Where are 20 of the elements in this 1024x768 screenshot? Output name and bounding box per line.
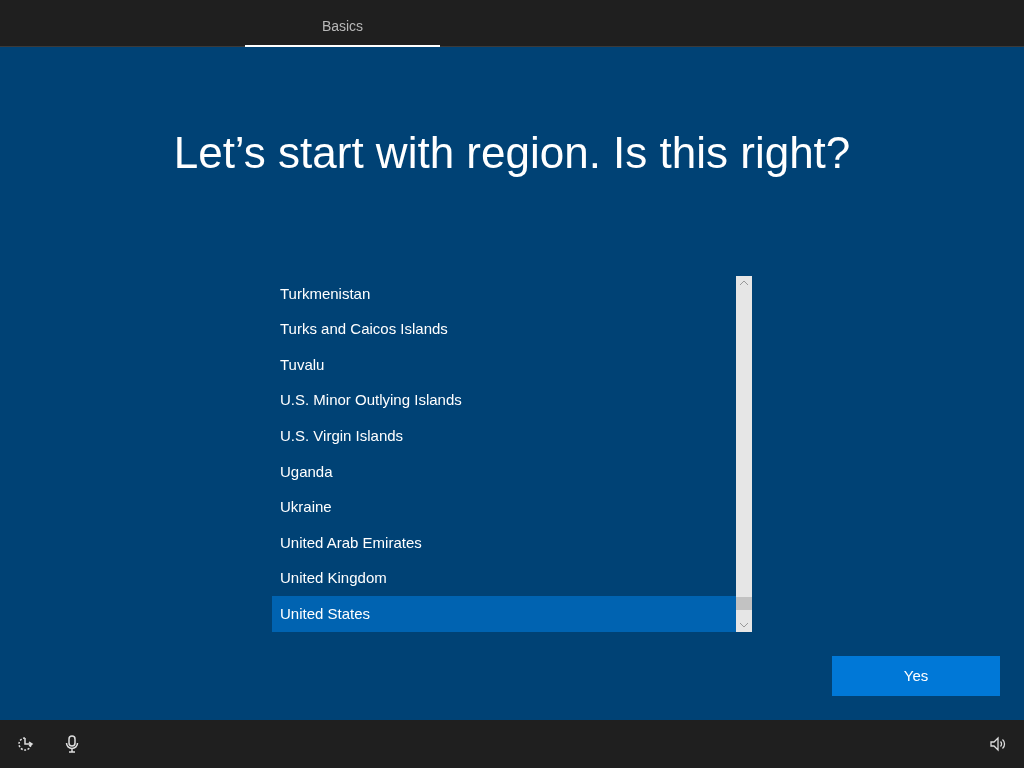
yes-button[interactable]: Yes (832, 656, 1000, 696)
chevron-up-icon[interactable] (739, 280, 749, 286)
region-item[interactable]: U.S. Virgin Islands (272, 418, 736, 454)
chevron-down-icon[interactable] (739, 622, 749, 628)
region-item[interactable]: Turks and Caicos Islands (272, 311, 736, 348)
region-item[interactable]: United Kingdom (272, 560, 736, 597)
region-item[interactable]: U.S. Minor Outlying Islands (272, 382, 736, 419)
region-item[interactable]: Turkmenistan (272, 276, 736, 312)
tab[interactable]: Basics (245, 0, 440, 47)
region-item[interactable]: Tuvalu (272, 347, 736, 383)
region-item[interactable]: United States (272, 596, 736, 632)
speaker-icon[interactable] (990, 736, 1006, 752)
microphone-icon[interactable] (65, 735, 79, 753)
page-title: Let’s start with region. Is this right? (173, 127, 851, 179)
region-item[interactable]: United Arab Emirates (272, 525, 736, 561)
region-item[interactable]: Uganda (272, 453, 736, 490)
scrollbar-thumb[interactable] (736, 597, 752, 610)
region-item[interactable]: Ukraine (272, 489, 736, 526)
ease-of-access-icon[interactable] (16, 735, 34, 753)
scrollbar[interactable] (736, 276, 752, 632)
